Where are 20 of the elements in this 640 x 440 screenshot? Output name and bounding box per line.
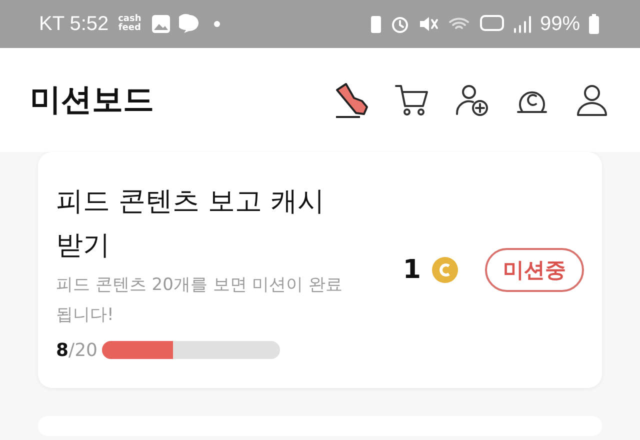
image-icon [150,14,171,34]
user-icon[interactable] [574,82,610,118]
mission-title: 피드 콘텐츠 보고 캐시 받기 [56,184,326,262]
alarm-icon [390,14,410,34]
mission-description: 피드 콘텐츠 20개를 보면 미션이 완료됩니다! [56,274,344,326]
battery-percent: 99% [540,12,580,36]
page-title: 미션보드 [30,81,154,120]
mission-status-button[interactable]: 미션중 [485,248,584,292]
chat-bubble-icon [178,13,201,35]
mute-icon [418,14,440,34]
reward-amount: 1 [402,255,421,285]
signal-icon [512,14,532,34]
battery-icon [588,13,600,35]
carrier-time: KT 5:52 [39,12,109,36]
add-user-icon[interactable] [454,82,490,118]
app-name-label: cash feed [117,15,142,33]
progress-count: 8/20 [56,340,98,360]
mission-card[interactable]: 피드 콘텐츠 보고 캐시 받기 피드 콘텐츠 20개를 보면 미션이 완료됩니다! 8/20 1 미션중 [38,152,602,388]
coin-icon [431,256,459,284]
cart-icon[interactable] [394,82,430,118]
